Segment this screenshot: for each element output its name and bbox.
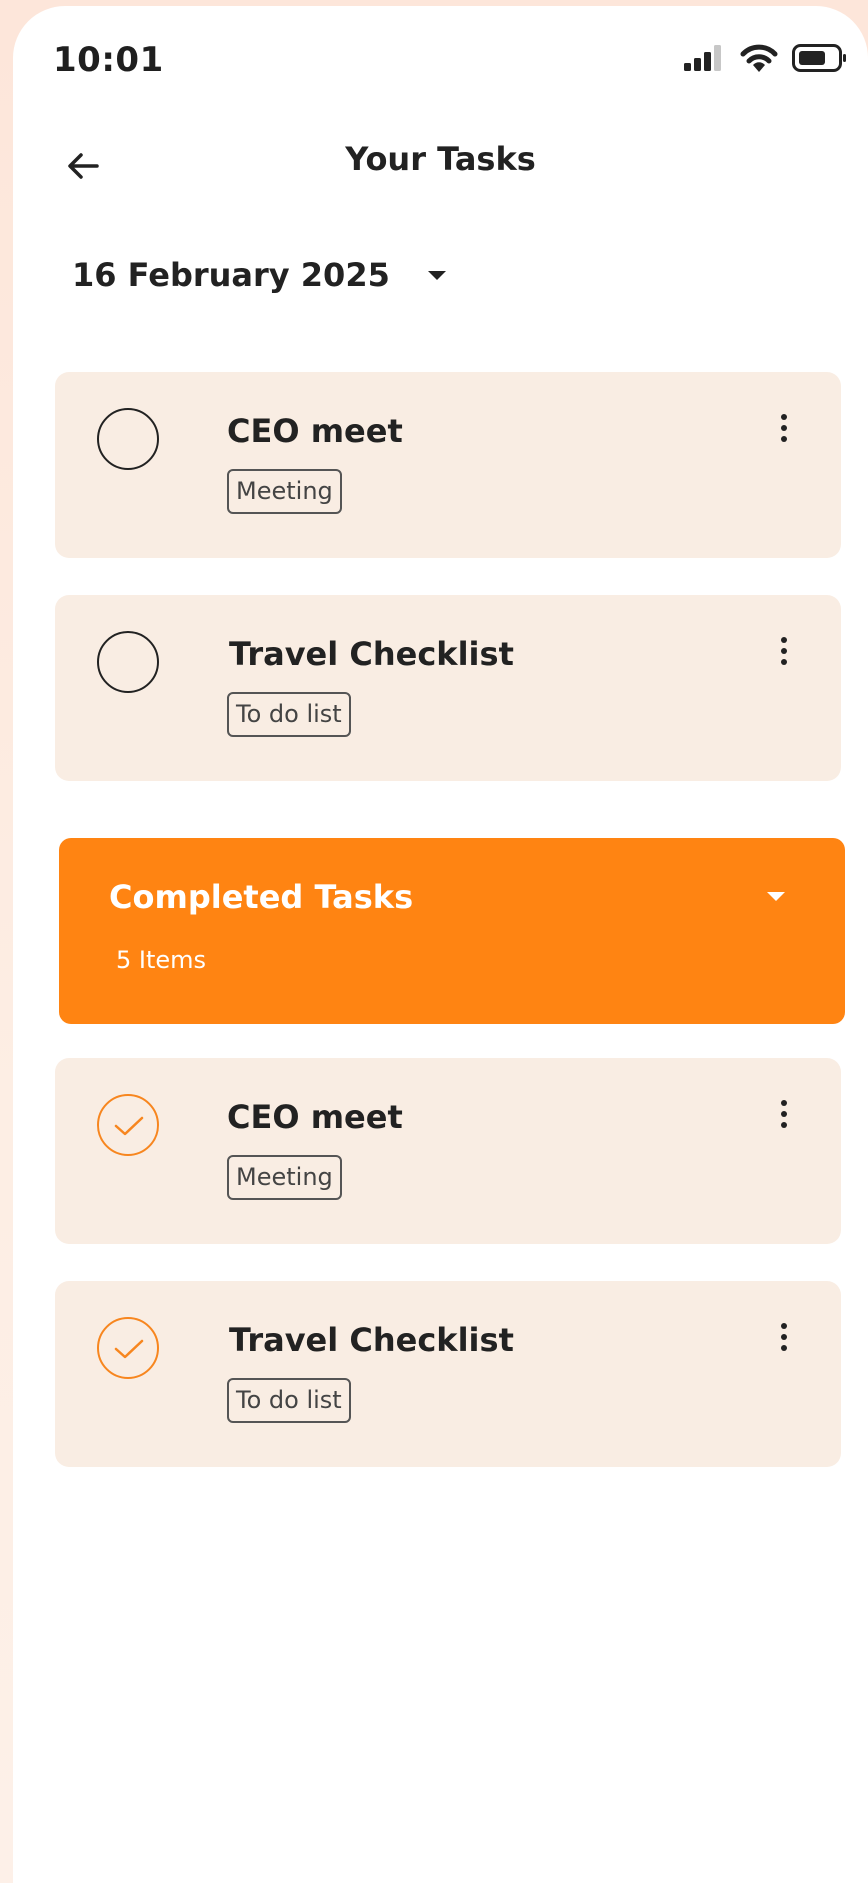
task-checkbox[interactable] <box>97 631 159 693</box>
completed-tasks-header[interactable]: Completed Tasks 5 Items <box>59 838 845 1024</box>
task-card[interactable]: Travel Checklist To do list <box>55 595 841 781</box>
battery-icon <box>792 44 846 72</box>
chevron-down-icon <box>767 892 785 901</box>
task-checkbox-checked[interactable] <box>97 1094 159 1156</box>
task-tag: Meeting <box>227 469 342 514</box>
status-icons <box>684 44 848 72</box>
more-options-button[interactable] <box>777 637 791 669</box>
task-tag: To do list <box>227 692 351 737</box>
task-title: Travel Checklist <box>229 635 514 673</box>
more-options-button[interactable] <box>777 414 791 446</box>
caret-down-icon <box>427 270 446 280</box>
task-title: CEO meet <box>227 412 403 450</box>
date-selector[interactable]: 16 February 2025 <box>72 256 446 294</box>
completed-count: 5 Items <box>116 946 207 974</box>
task-tag: Meeting <box>227 1155 342 1200</box>
wifi-icon <box>740 44 778 72</box>
more-options-button[interactable] <box>777 1100 791 1132</box>
more-options-button[interactable] <box>777 1323 791 1355</box>
task-title: Travel Checklist <box>229 1321 514 1359</box>
task-checkbox[interactable] <box>97 408 159 470</box>
task-title: CEO meet <box>227 1098 403 1136</box>
phone-screen: 10:01 Your Tasks 16 February 2025 CEO me… <box>13 6 868 1883</box>
date-label: 16 February 2025 <box>72 256 390 294</box>
completed-task-card[interactable]: Travel Checklist To do list <box>55 1281 841 1467</box>
status-time: 10:01 <box>53 40 164 80</box>
task-tag: To do list <box>227 1378 351 1423</box>
check-icon <box>114 1116 144 1136</box>
task-checkbox-checked[interactable] <box>97 1317 159 1379</box>
header: Your Tasks <box>13 116 868 196</box>
completed-task-card[interactable]: CEO meet Meeting <box>55 1058 841 1244</box>
signal-icon <box>684 45 721 71</box>
task-card[interactable]: CEO meet Meeting <box>55 372 841 558</box>
check-icon <box>114 1339 144 1359</box>
completed-tasks-title: Completed Tasks <box>109 878 414 916</box>
page-title: Your Tasks <box>345 140 536 178</box>
status-bar: 10:01 <box>13 6 868 116</box>
